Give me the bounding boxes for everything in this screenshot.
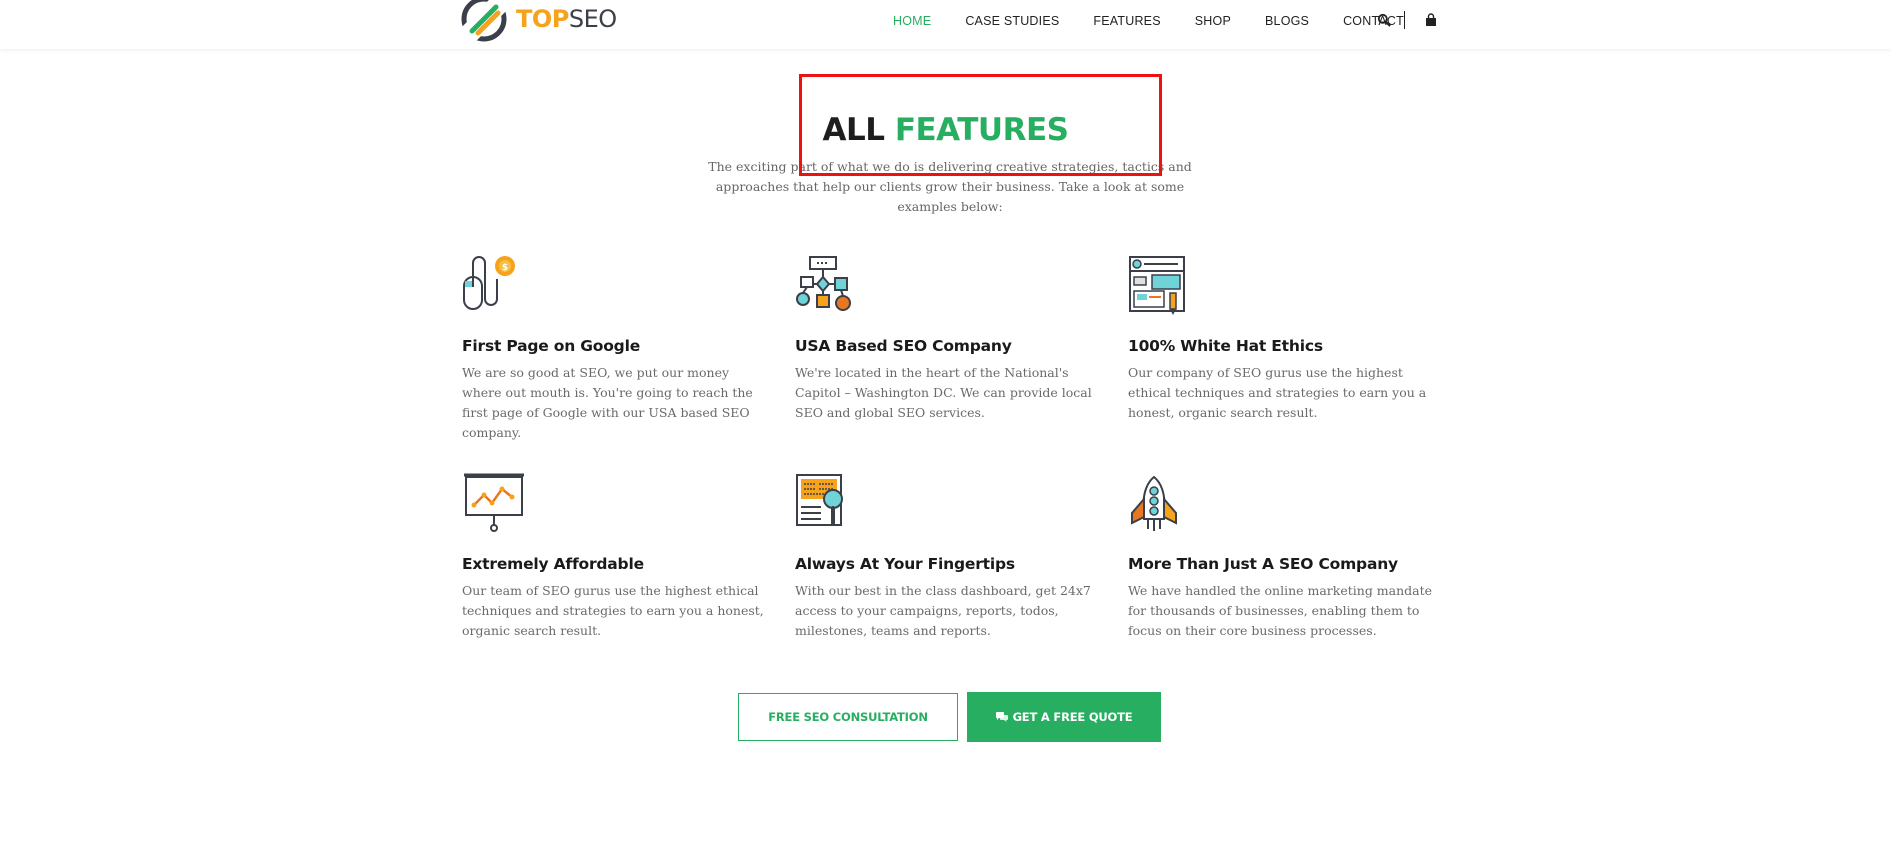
highlight-box (799, 74, 1162, 176)
feature-title: Always At Your Fingertips (795, 555, 1015, 573)
nav-item-shop[interactable]: SHOP (1195, 14, 1231, 28)
flowchart-icon (796, 256, 851, 311)
feature-description: We have handled the online marketing man… (1128, 583, 1433, 638)
feature-title: More Than Just A SEO Company (1128, 555, 1398, 573)
svg-text:$: $ (502, 263, 508, 273)
presentation-chart-icon (464, 473, 524, 532)
feature-title: First Page on Google (462, 337, 641, 355)
nav-item-case-studies[interactable]: CASE STUDIES (965, 14, 1059, 28)
site-header: TOPSEO HOME CASE STUDIES FEATURES SHOP B… (0, 0, 1891, 49)
rocket-icon (1131, 475, 1177, 531)
chat-bubble-icon (995, 712, 1008, 722)
nav-item-blogs[interactable]: BLOGS (1265, 14, 1309, 28)
nav-divider (1404, 11, 1405, 29)
shopping-bag-icon[interactable] (1424, 13, 1438, 27)
logo-text-seo: SEO (568, 5, 617, 33)
feature-description: Our company of SEO gurus use the highest… (1128, 365, 1427, 420)
logo-mark-icon (460, 0, 508, 43)
feature-title: Extremely Affordable (462, 555, 644, 573)
logo-text-top: TOP (516, 5, 569, 33)
free-seo-consultation-button[interactable]: FREE SEO CONSULTATION (738, 693, 958, 741)
search-icon[interactable] (1377, 13, 1391, 27)
mouse-coin-icon: $ (463, 256, 515, 310)
feature-description: We're located in the heart of the Nation… (795, 365, 1092, 420)
feature-description: Our team of SEO gurus use the highest et… (462, 583, 764, 638)
nav-item-home[interactable]: HOME (893, 14, 931, 28)
get-free-quote-label: GET A FREE QUOTE (1012, 710, 1133, 724)
site-logo[interactable]: TOPSEO (460, 0, 630, 44)
get-free-quote-button[interactable]: GET A FREE QUOTE (967, 692, 1161, 742)
free-seo-consultation-label: FREE SEO CONSULTATION (768, 710, 928, 724)
nav-item-contact[interactable]: CONTACT (1343, 14, 1404, 28)
main-nav: HOME CASE STUDIES FEATURES SHOP BLOGS CO… (893, 13, 1438, 29)
nav-item-features[interactable]: FEATURES (1093, 14, 1160, 28)
code-search-icon (796, 474, 843, 526)
feature-description: With our best in the class dashboard, ge… (795, 583, 1091, 638)
logo-text: TOPSEO (516, 5, 617, 33)
feature-description: We are so good at SEO, we put our money … (462, 365, 753, 440)
web-layout-icon (1129, 256, 1185, 315)
feature-title: USA Based SEO Company (795, 337, 1012, 355)
feature-title: 100% White Hat Ethics (1128, 337, 1323, 355)
